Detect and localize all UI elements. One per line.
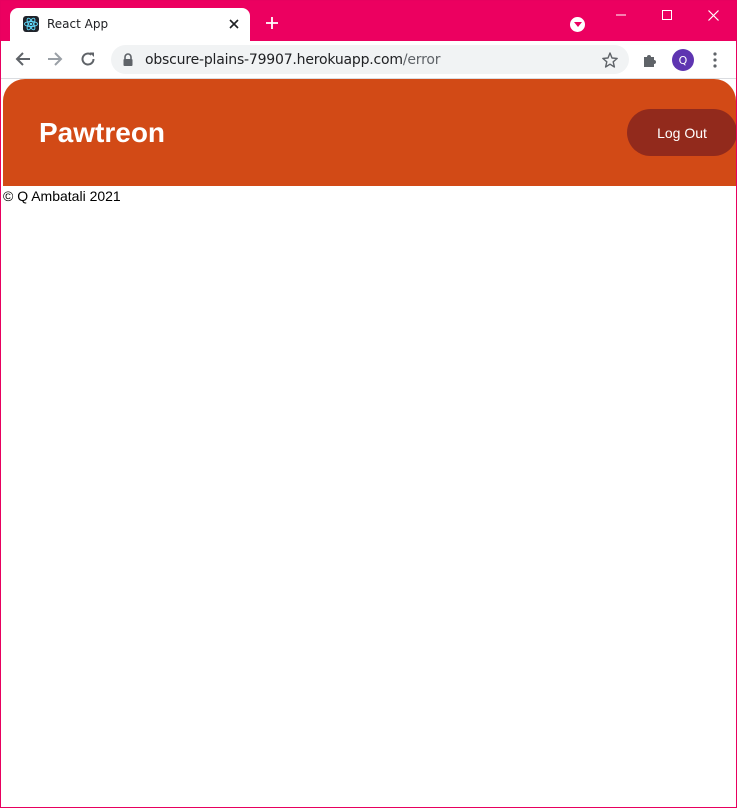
url-domain: obscure-plains-79907.herokuapp.com — [145, 52, 403, 68]
app-header: Pawtreon Log Out — [3, 79, 736, 186]
close-window-icon[interactable] — [690, 4, 736, 26]
minimize-icon[interactable] — [598, 4, 644, 26]
lock-icon[interactable] — [122, 53, 134, 67]
back-arrow-icon[interactable] — [13, 49, 33, 69]
copyright-footer: © Q Ambatali 2021 — [3, 188, 121, 204]
tab-search-icon[interactable] — [570, 17, 585, 32]
forward-arrow-icon[interactable] — [45, 49, 65, 69]
browser-toolbar: obscure-plains-79907.herokuapp.com/error… — [1, 41, 736, 79]
brand-logo-text[interactable]: Pawtreon — [39, 117, 165, 149]
new-tab-icon[interactable] — [263, 14, 281, 32]
close-tab-icon[interactable] — [226, 16, 242, 32]
title-bar: React App — [1, 1, 736, 42]
reload-icon[interactable] — [78, 49, 98, 69]
profile-avatar[interactable]: Q — [672, 49, 694, 71]
bookmark-star-icon[interactable] — [601, 51, 619, 69]
address-bar[interactable]: obscure-plains-79907.herokuapp.com/error — [111, 45, 629, 74]
extensions-puzzle-icon[interactable] — [641, 51, 659, 69]
url-text: obscure-plains-79907.herokuapp.com/error — [145, 52, 440, 68]
page-content: Pawtreon Log Out © Q Ambatali 2021 — [1, 79, 736, 807]
logout-button[interactable]: Log Out — [627, 109, 736, 156]
browser-tab[interactable]: React App — [10, 8, 250, 42]
maximize-icon[interactable] — [644, 4, 690, 26]
react-logo-icon — [23, 16, 39, 32]
kebab-menu-icon[interactable] — [706, 51, 724, 69]
url-path: /error — [402, 52, 441, 68]
browser-window: React App obscure-plains-79907.herokuapp… — [0, 0, 737, 808]
tab-title: React App — [47, 17, 109, 31]
